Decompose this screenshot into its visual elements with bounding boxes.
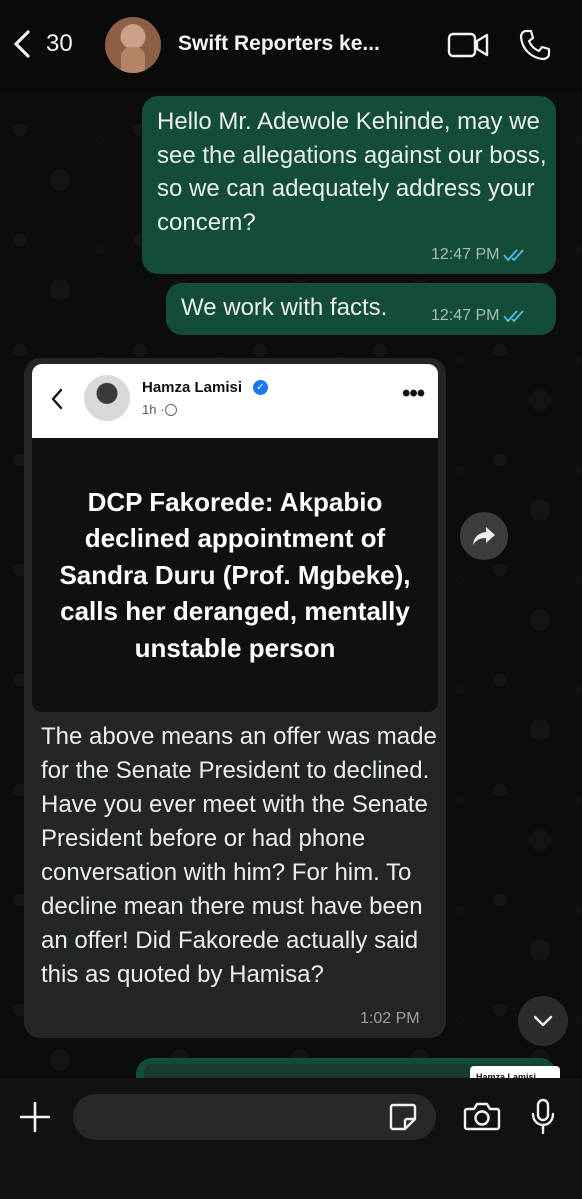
message-time: 12:47 PM [431, 246, 500, 263]
message-text: The above means an offer was made for th… [41, 723, 437, 988]
forward-button[interactable] [460, 512, 508, 560]
chevron-down-icon [533, 1015, 553, 1027]
scroll-to-bottom-button[interactable] [518, 996, 568, 1046]
group-avatar[interactable] [105, 17, 161, 73]
chat-title[interactable]: Swift Reporters ke... [178, 32, 380, 56]
verified-badge-icon: ✓ [253, 380, 268, 395]
forward-icon [473, 527, 495, 545]
message-meta: 12:47 PM [431, 307, 529, 325]
globe-icon [165, 404, 177, 416]
video-call-icon[interactable] [447, 30, 489, 60]
chat-header: 30 Swift Reporters ke... [0, 0, 582, 90]
fb-post-header: Hamza Lamisi ✓ 1h · ••• [32, 364, 438, 438]
back-chevron-icon [14, 30, 30, 58]
more-options-icon: ••• [402, 380, 425, 407]
camera-icon[interactable] [463, 1100, 501, 1132]
fb-back-icon [51, 388, 63, 410]
composer-bar [0, 1078, 582, 1199]
read-ticks-icon [503, 249, 525, 262]
fb-post-time: 1h · [142, 402, 165, 417]
fb-post-headline: DCP Fakorede: Akpabio declined appointme… [59, 486, 411, 663]
outgoing-message[interactable]: Hello Mr. Adewole Kehinde, may we see th… [142, 96, 556, 274]
message-time: 1:02 PM [360, 1010, 420, 1027]
message-time: 12:47 PM [431, 307, 500, 324]
message-text: Hello Mr. Adewole Kehinde, may we see th… [157, 108, 547, 236]
plus-icon[interactable] [18, 1100, 52, 1134]
message-input[interactable] [73, 1094, 436, 1140]
message-meta: 12:47 PM [431, 246, 529, 264]
sticker-icon[interactable] [388, 1102, 418, 1132]
fb-post-body: DCP Fakorede: Akpabio declined appointme… [32, 438, 438, 712]
fb-author-avatar [84, 375, 130, 421]
back-button[interactable]: 30 [10, 28, 73, 60]
microphone-icon[interactable] [530, 1098, 556, 1136]
phone-call-icon[interactable] [518, 28, 552, 62]
incoming-message[interactable]: Hamza Lamisi ✓ 1h · ••• DCP Fakorede: Ak… [24, 358, 446, 1038]
fb-author-name: Hamza Lamisi [142, 379, 243, 396]
unread-count: 30 [46, 30, 73, 57]
shared-image[interactable]: Hamza Lamisi ✓ 1h · ••• DCP Fakorede: Ak… [32, 364, 438, 712]
read-ticks-icon [503, 310, 525, 323]
outgoing-message[interactable]: We work with facts. 12:47 PM [166, 283, 556, 335]
message-text: We work with facts. [181, 294, 388, 321]
